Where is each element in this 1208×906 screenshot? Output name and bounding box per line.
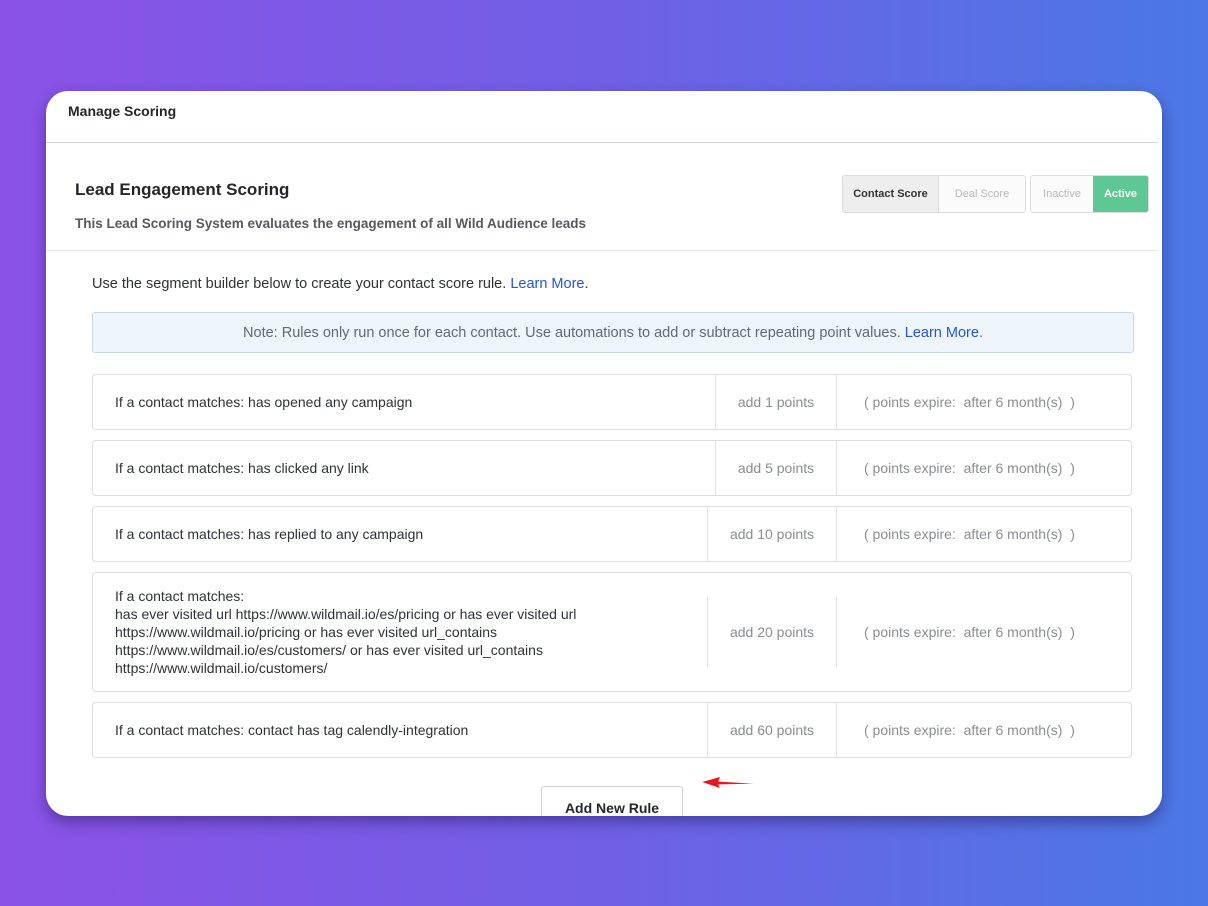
- note-suffix: .: [978, 324, 983, 341]
- rule-expiration: ( points expire: after 6 month(s) ): [836, 375, 1131, 429]
- scoring-system-header: Lead Engagement Scoring This Lead Scorin…: [46, 143, 1158, 251]
- rule-points: add 5 points: [715, 441, 836, 495]
- rule-expiration: ( points expire: after 6 month(s) ): [836, 703, 1131, 757]
- contact-score-tab[interactable]: Contact Score: [843, 176, 939, 212]
- rule-points: add 20 points: [707, 596, 836, 668]
- rule-row[interactable]: If a contact matches: has clicked any li…: [92, 440, 1132, 496]
- rule-row[interactable]: If a contact matches: has ever visited u…: [92, 572, 1132, 692]
- scoring-system-description: This Lead Scoring System evaluates the e…: [75, 216, 587, 231]
- rule-points: add 60 points: [707, 703, 836, 757]
- rule-expiration: ( points expire: after 6 month(s) ): [836, 596, 1131, 668]
- score-type-toggle: Contact Score Deal Score: [842, 175, 1026, 213]
- rule-condition: If a contact matches: has replied to any…: [115, 526, 424, 542]
- manage-scoring-modal: Manage Scoring Lead Engagement Scoring T…: [46, 91, 1162, 816]
- rule-points: add 10 points: [707, 507, 836, 561]
- intro-text-body: Use the segment builder below to create …: [92, 276, 511, 292]
- status-toggle: Inactive Active: [1030, 175, 1149, 213]
- rule-condition: If a contact matches: contact has tag ca…: [115, 722, 469, 738]
- inactive-button[interactable]: Inactive: [1031, 176, 1093, 212]
- rules-list: If a contact matches: has opened any cam…: [92, 374, 1132, 758]
- active-button[interactable]: Active: [1093, 176, 1148, 212]
- rule-condition-body: has ever visited url https://www.wildmai…: [115, 606, 577, 676]
- rule-condition: If a contact matches: has ever visited u…: [93, 573, 707, 691]
- rule-expiration: ( points expire: after 6 month(s) ): [836, 507, 1131, 561]
- note-learn-more-link[interactable]: Learn More: [905, 325, 979, 341]
- modal-title: Manage Scoring: [46, 91, 1158, 143]
- rule-condition: If a contact matches: has clicked any li…: [115, 460, 369, 476]
- intro-suffix: .: [584, 276, 589, 292]
- rule-row[interactable]: If a contact matches: contact has tag ca…: [92, 702, 1132, 758]
- rule-row[interactable]: If a contact matches: has opened any cam…: [92, 374, 1132, 430]
- rule-points: add 1 points: [715, 375, 836, 429]
- rule-expiration: ( points expire: after 6 month(s) ): [836, 441, 1131, 495]
- intro-text: Use the segment builder below to create …: [92, 276, 1162, 292]
- rule-row[interactable]: If a contact matches: has replied to any…: [92, 506, 1132, 562]
- rules-content: Use the segment builder below to create …: [46, 276, 1162, 816]
- rule-condition: If a contact matches: has opened any cam…: [115, 394, 413, 410]
- learn-more-link[interactable]: Learn More: [510, 276, 584, 292]
- annotation-arrow-icon: [699, 775, 770, 790]
- deal-score-tab[interactable]: Deal Score: [939, 176, 1025, 212]
- rule-condition-label: If a contact matches:: [115, 588, 245, 604]
- note-text: Note: Rules only run once for each conta…: [243, 324, 905, 341]
- note-banner: Note: Rules only run once for each conta…: [92, 312, 1134, 353]
- scoring-system-title: Lead Engagement Scoring: [75, 180, 290, 199]
- add-new-rule-button[interactable]: Add New Rule: [541, 786, 683, 816]
